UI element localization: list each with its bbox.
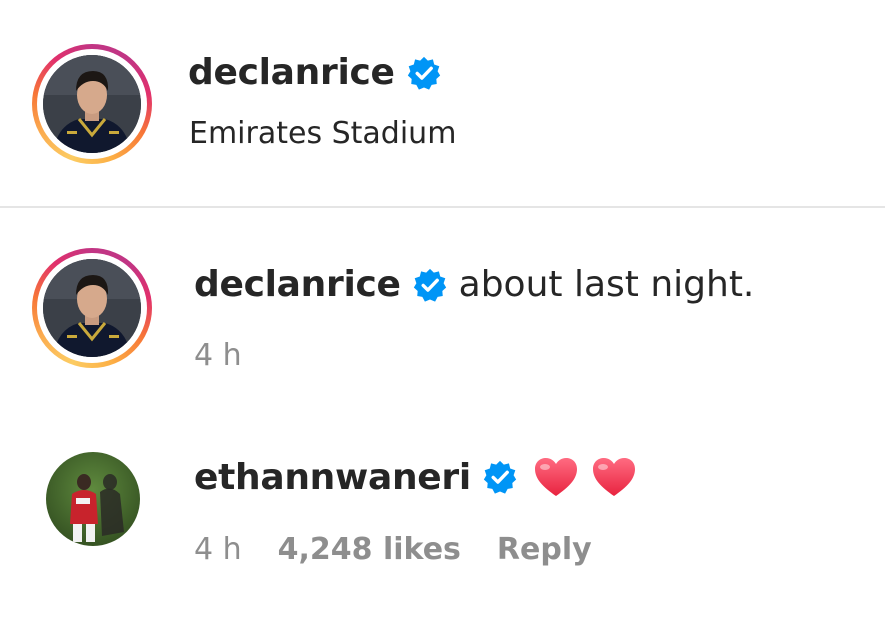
reply-button[interactable]: Reply xyxy=(497,532,592,567)
verified-badge-icon xyxy=(413,268,447,302)
verified-badge-icon xyxy=(483,460,517,494)
avatar[interactable] xyxy=(46,452,140,546)
comment-username[interactable]: ethannwaneri xyxy=(194,457,471,498)
comment-timestamp[interactable]: 4 h xyxy=(194,532,242,567)
heart-emoji-icon xyxy=(533,456,579,498)
caption-line: declanrice about last night. xyxy=(194,264,754,305)
header-user-line: declanrice xyxy=(188,52,441,93)
comment-likes-count[interactable]: 4,248 likes xyxy=(278,532,461,567)
header-username[interactable]: declanrice xyxy=(188,52,395,93)
comment-line: ethannwaneri xyxy=(194,456,637,498)
verified-badge-icon xyxy=(407,56,441,90)
instagram-post-view: declanrice Emirates Stadium declanrice a… xyxy=(0,0,885,624)
comment-timestamp[interactable]: 4 h xyxy=(194,338,242,373)
comment-meta: 4 h 4,248 likes Reply xyxy=(194,532,592,567)
avatar xyxy=(43,55,141,153)
caption-text: about last night. xyxy=(458,264,755,305)
caption-meta: 4 h xyxy=(194,338,242,373)
post-header: declanrice Emirates Stadium xyxy=(0,0,885,206)
avatar xyxy=(43,259,141,357)
comment-username[interactable]: declanrice xyxy=(194,264,401,305)
post-location[interactable]: Emirates Stadium xyxy=(189,116,456,151)
story-ring-avatar[interactable] xyxy=(32,248,152,368)
heart-emoji-icon xyxy=(591,456,637,498)
story-ring-avatar[interactable] xyxy=(32,44,152,164)
divider xyxy=(0,206,885,208)
